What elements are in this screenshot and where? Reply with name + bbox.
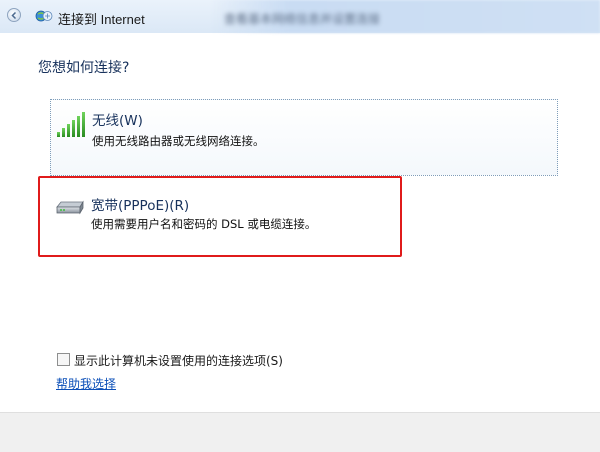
highlight-annotation-box	[38, 176, 402, 257]
title-bar: 连接到 Internet 查看基本网络信息并设置连接	[0, 0, 600, 33]
window-title: 连接到 Internet	[58, 12, 145, 27]
wireless-signal-icon	[57, 112, 85, 137]
wireless-option-description: 使用无线路由器或无线网络连接。	[92, 134, 265, 148]
footer-bar	[0, 412, 600, 452]
network-globe-icon	[35, 10, 53, 22]
wireless-option[interactable]: 无线(W) 使用无线路由器或无线网络连接。	[50, 99, 558, 176]
back-arrow-icon	[11, 11, 17, 20]
connection-question: 您想如何连接?	[38, 60, 130, 76]
show-unconfigured-label[interactable]: 显示此计算机未设置使用的连接选项(S)	[74, 352, 283, 369]
wireless-option-title: 无线(W)	[92, 113, 143, 129]
back-button[interactable]	[7, 8, 21, 22]
help-me-choose-link[interactable]: 帮助我选择	[56, 375, 116, 392]
blurred-caption: 查看基本网络信息并设置连接	[224, 12, 381, 26]
show-unconfigured-checkbox[interactable]	[57, 353, 70, 366]
